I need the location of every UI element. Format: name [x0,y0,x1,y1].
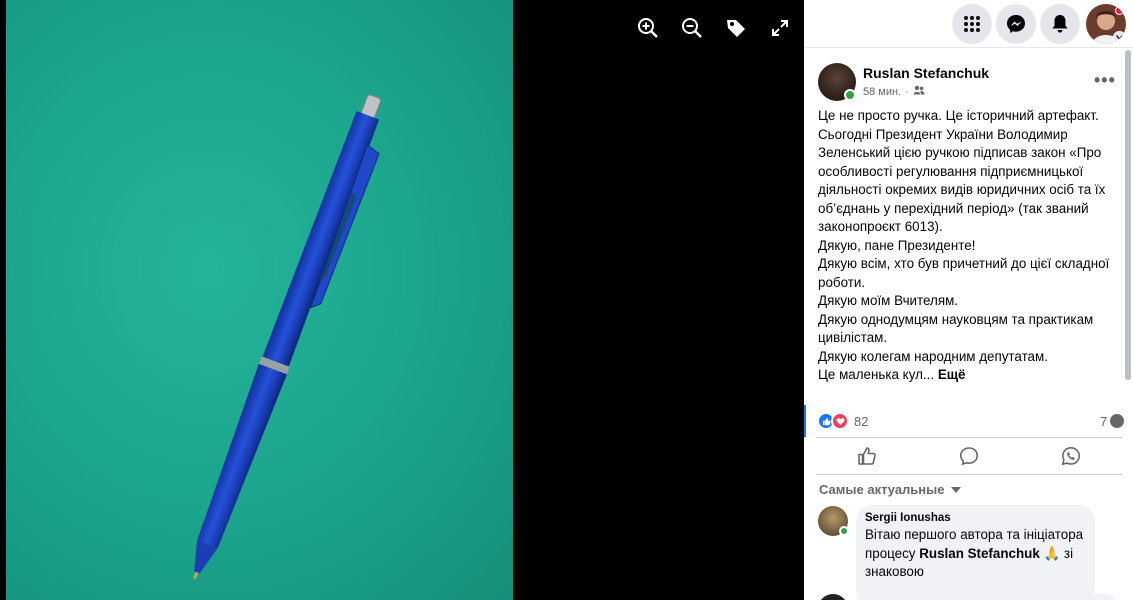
post-line-truncated: Це маленька кул... Ещё [818,366,1124,385]
friends-icon[interactable] [913,85,925,98]
post-line: Це не просто ручка. Це історичний артефа… [818,108,1099,123]
notification-dot [1115,6,1124,15]
app-root: Ruslan Stefanchuk 58 мин. · ••• Це не пр… [0,0,1133,600]
post-line: законопроєкт 6013). [818,219,943,234]
post-line: об’єднань у перехідний період» (так зван… [818,200,1089,216]
online-status-dot [844,89,856,101]
mention-link[interactable]: Ruslan Stefanchuk [919,546,1040,561]
post-photo[interactable] [6,0,513,600]
post-side-panel: Ruslan Stefanchuk 58 мин. · ••• Це не пр… [804,48,1133,600]
whatsapp-share-button[interactable] [1020,438,1122,474]
more-options-icon[interactable]: ••• [1094,70,1116,91]
comment-bubble-icon [1110,414,1124,428]
author-name[interactable]: Ruslan Stefanchuk [863,65,989,81]
reaction-count[interactable]: 82 [854,414,868,429]
post-line: Дякую, пане Президенте! [818,237,976,253]
caret-down-icon [950,486,961,493]
scrollbar[interactable] [1125,50,1131,380]
comment-count[interactable]: 7 [1100,414,1107,429]
comment-icon [959,447,979,466]
comment-bubble: Sergii Ionushas Вітаю першого автора та … [856,505,1095,600]
top-navigation [804,0,1133,48]
post-line: цивілістам. [818,330,888,345]
photo-viewer [0,0,804,600]
reaction-icons[interactable] [817,412,849,430]
reactions-summary: 82 7 [804,405,1133,437]
post-line: Зеленський цією ручкою підписав закон «П… [818,145,1102,160]
messenger-icon[interactable] [996,4,1036,44]
see-more-link[interactable]: Ещё [938,367,966,382]
fullscreen-icon[interactable] [758,14,802,42]
post-line: Дякую однодумцям науковцям та практикам [818,311,1094,327]
zoom-out-icon[interactable] [670,14,714,42]
post-text: Це не просто ручка. Це історичний артефа… [818,107,1124,385]
like-button[interactable] [816,438,918,474]
truncated-text: Це маленька кул... [818,367,935,382]
profile-avatar[interactable] [1086,4,1126,44]
comment-text: Вітаю першого автора та ініціатора проце… [865,526,1086,582]
commenter-name[interactable]: Sergii Ionushas [865,512,1086,524]
pray-emoji: 🙏 [1043,545,1061,561]
comment-sort-dropdown[interactable]: Самые актуальные [819,482,961,497]
whatsapp-icon [1061,446,1081,466]
comment-button[interactable] [918,438,1020,474]
post-line: діяльності окремих видів юридичних осіб … [818,182,1106,197]
post-meta: 58 мин. · [863,85,925,98]
menu-grid-icon[interactable] [952,4,992,44]
pen-image [193,94,381,580]
post-line: Дякую моїм Вчителям. [818,293,959,308]
commenter-avatar[interactable] [818,594,848,600]
comment-bubble [856,594,1116,600]
post-time[interactable]: 58 мин. [863,86,901,98]
post-line: Сьогодні Президент України Володимир [818,126,1068,142]
notifications-bell-icon[interactable] [1040,4,1080,44]
online-status-dot [839,526,849,536]
tag-icon[interactable] [714,14,758,42]
post-line: особливості регулювання підприємницької [818,163,1084,179]
meta-separator: · [905,85,909,98]
post-actions [816,438,1122,474]
love-reaction-icon [831,412,849,430]
like-icon [858,447,876,465]
post-line: роботи. [818,274,866,290]
sort-label: Самые актуальные [819,482,945,497]
chevron-down-icon[interactable] [1113,31,1126,44]
zoom-in-icon[interactable] [626,14,670,42]
viewer-toolbar [626,14,802,42]
post-line: Дякую колегам народним депутатам. [818,348,1048,364]
post-line: Дякую всім, хто був причетний до цієї ск… [818,256,1110,271]
divider [816,474,1122,475]
